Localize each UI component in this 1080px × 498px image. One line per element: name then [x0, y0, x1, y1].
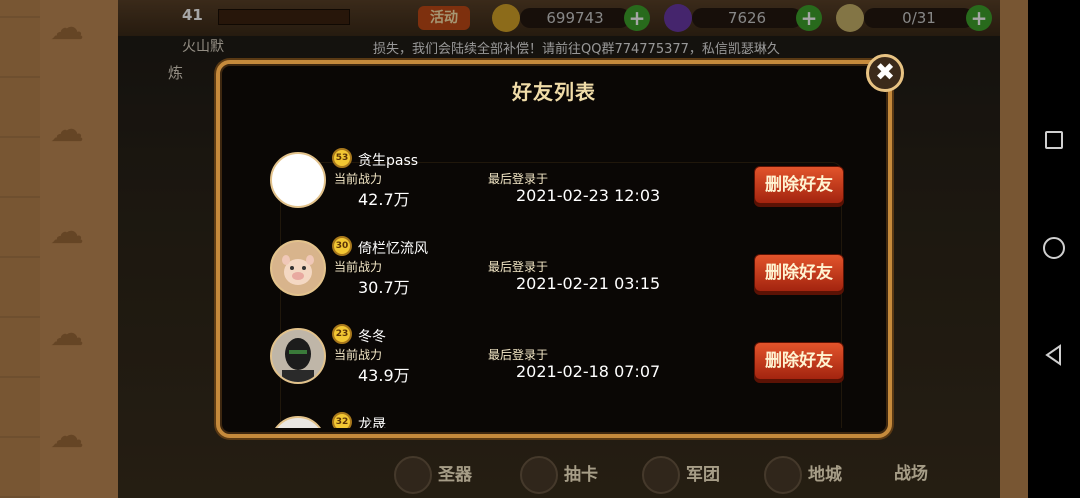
back-icon[interactable]: [1042, 343, 1066, 367]
friend-name: 倚栏忆流风: [358, 241, 428, 257]
last-login-label: 最后登录于: [488, 172, 549, 186]
level-badge: 23: [332, 324, 352, 344]
last-login-value: 2021-02-21 03:15: [516, 274, 661, 293]
person-avatar: [270, 416, 326, 428]
power-label: 当前战力: [334, 348, 383, 362]
close-icon[interactable]: ✖: [866, 54, 904, 92]
level-badge: 30: [332, 236, 352, 256]
last-login-label: 最后登录于: [488, 260, 549, 274]
friend-row: 23 冬冬 当前战力 43.9万 最后登录于 2021-02-18 07:07 …: [220, 310, 888, 398]
delete-friend-button[interactable]: 删除好友: [754, 342, 844, 380]
power-label: 当前战力: [334, 172, 383, 186]
power-label: 当前战力: [334, 260, 383, 274]
friend-list-dialog: 好友列表 53 贪生pass 当前战力 42.7万 最后登录于 2021-02-…: [216, 60, 892, 438]
power-value: 42.7万: [358, 190, 410, 209]
last-login-label: 最后登录于: [488, 348, 549, 362]
friend-name: 冬冬: [358, 329, 386, 345]
friend-list[interactable]: 53 贪生pass 当前战力 42.7万 最后登录于 2021-02-23 12…: [220, 126, 888, 428]
friend-row: 32 龙晟: [220, 398, 888, 428]
delete-friend-button[interactable]: 删除好友: [754, 254, 844, 292]
dialog-title: 好友列表: [512, 80, 596, 104]
friend-row: 53 贪生pass 当前战力 42.7万 最后登录于 2021-02-23 12…: [220, 134, 888, 222]
recent-apps-icon[interactable]: [1045, 131, 1063, 149]
friend-name: 龙晟: [358, 417, 386, 428]
blank-avatar: [270, 152, 326, 208]
masked-person-avatar: [270, 328, 326, 384]
home-icon[interactable]: [1043, 237, 1065, 259]
power-value: 43.9万: [358, 366, 410, 385]
last-login-value: 2021-02-23 12:03: [516, 186, 661, 205]
last-login-value: 2021-02-18 07:07: [516, 362, 661, 381]
system-nav-bar: [1028, 0, 1080, 498]
level-badge: 32: [332, 412, 352, 428]
pig-avatar: [270, 240, 326, 296]
friend-row: 30 倚栏忆流风 当前战力 30.7万 最后登录于 2021-02-21 03:…: [220, 222, 888, 310]
friend-name: 贪生pass: [358, 153, 419, 169]
level-badge: 53: [332, 148, 352, 168]
power-value: 30.7万: [358, 278, 410, 297]
delete-friend-button[interactable]: 删除好友: [754, 166, 844, 204]
